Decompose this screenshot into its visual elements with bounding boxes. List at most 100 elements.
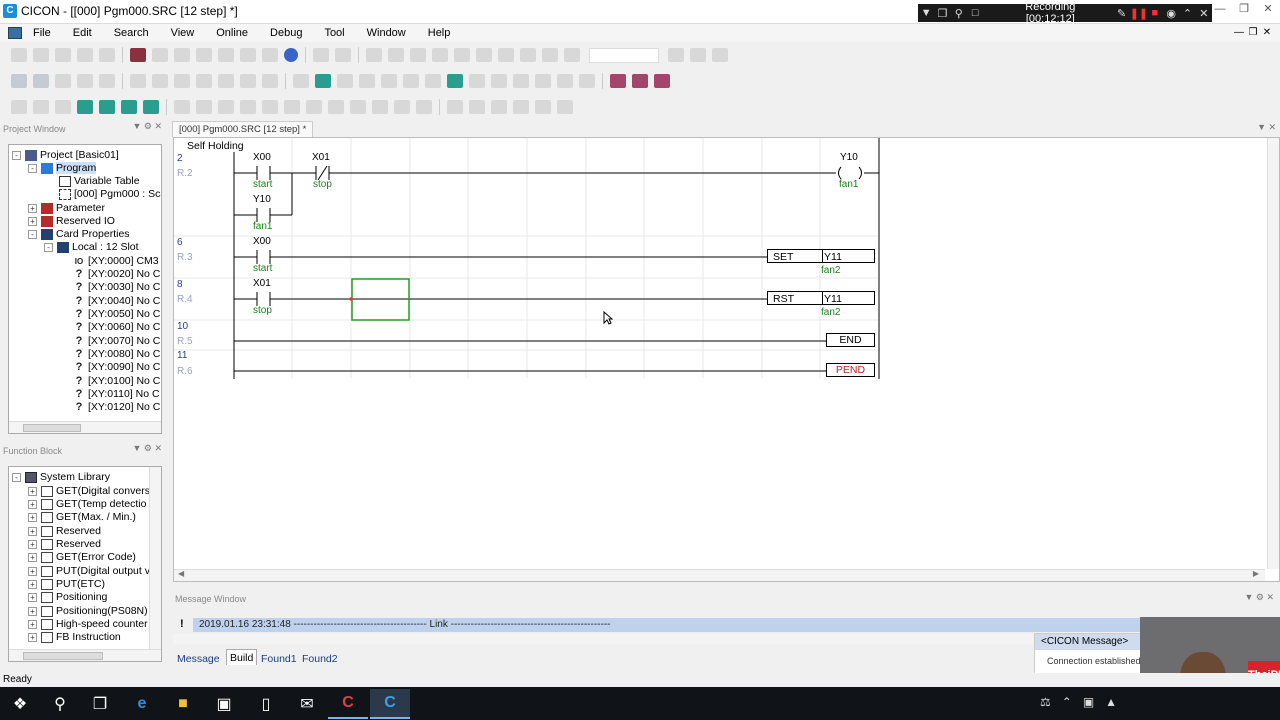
ladder-tool-19-icon[interactable] [425, 74, 441, 88]
tree-card-properties[interactable]: - Card Properties [28, 228, 130, 241]
pane-controls-icon[interactable]: ▼ ⚙ ✕ [132, 443, 162, 454]
save-icon[interactable] [55, 48, 71, 62]
expand-icon[interactable]: + [28, 499, 37, 509]
ladder-tool-16-icon[interactable] [359, 74, 375, 88]
zoom-out-icon[interactable] [690, 48, 706, 62]
ladder-tool-24-icon[interactable] [535, 74, 551, 88]
download-icon[interactable] [218, 48, 234, 62]
function-block-hscroll[interactable] [9, 649, 161, 661]
coil-device[interactable]: Y10 [840, 152, 858, 163]
collapse-icon[interactable]: ⌃ [1179, 7, 1195, 20]
ladder-tool-4-icon[interactable] [77, 74, 93, 88]
set-instruction[interactable]: SET Y11 [767, 249, 875, 263]
contact-device[interactable]: X01 [312, 152, 330, 163]
tree-card-slot[interactable]: ? [XY:0120] No C [73, 401, 161, 414]
copy-icon[interactable] [388, 48, 404, 62]
stop-plc-icon[interactable] [262, 48, 278, 62]
tree-card-slot[interactable]: IO [XY:0000] CM3 [73, 255, 159, 268]
mdi-child-icon[interactable] [8, 27, 22, 39]
menu-edit[interactable]: Edit [62, 24, 103, 42]
tab-found1[interactable]: Found1 [258, 651, 300, 667]
collapse-icon[interactable]: - [28, 163, 37, 173]
ladder-tool-2-icon[interactable] [33, 74, 49, 88]
tab-message[interactable]: Message [174, 651, 223, 667]
search-icon[interactable]: ⚲ [40, 689, 80, 719]
message-entry[interactable]: 2019.01.16 23:31:48 --------------------… [193, 618, 1280, 632]
ladder-tool-23-icon[interactable] [513, 74, 529, 88]
open-icon[interactable] [33, 48, 49, 62]
run-icon[interactable] [240, 48, 256, 62]
ladder-tool-6-icon[interactable] [130, 74, 146, 88]
windows-start-icon[interactable]: ❖ [0, 689, 40, 719]
goto-icon[interactable] [476, 48, 492, 62]
window-icon[interactable]: ❐ [934, 7, 950, 20]
menu-online[interactable]: Online [205, 24, 259, 42]
store-icon[interactable]: ▣ [204, 689, 244, 719]
restore-icon[interactable]: ❐ [1232, 0, 1256, 20]
edit-tool-21-icon[interactable] [469, 100, 485, 114]
system-tray-icons[interactable]: ⚖⌃▣▲ [1040, 695, 1128, 709]
ladder-tool-26-icon[interactable] [579, 74, 595, 88]
file-explorer-icon[interactable]: ■ [163, 689, 203, 719]
mdi-minimize-icon[interactable]: — [1232, 24, 1246, 42]
pen-icon[interactable]: ✎ [1113, 7, 1129, 20]
expand-icon[interactable]: + [28, 539, 37, 549]
region-icon[interactable]: □ [967, 7, 983, 19]
menu-search[interactable]: Search [103, 24, 160, 42]
pause-icon[interactable]: ❚❚ [1130, 7, 1148, 20]
edit-tool-19-icon[interactable] [416, 100, 432, 114]
zoom-in-icon[interactable] [668, 48, 684, 62]
fb-item[interactable]: + Reserved [28, 525, 101, 538]
edit-tool-13-icon[interactable] [284, 100, 300, 114]
compile-icon[interactable] [520, 48, 536, 62]
collapse-icon[interactable]: - [12, 472, 21, 482]
tab-build[interactable]: Build [226, 649, 258, 665]
ladder-tool-15-icon[interactable] [337, 74, 353, 88]
cut-icon[interactable] [366, 48, 382, 62]
expand-icon[interactable]: + [28, 579, 37, 589]
menu-file[interactable]: File [22, 24, 62, 42]
monitor-icon[interactable] [542, 48, 558, 62]
new-icon[interactable] [11, 48, 27, 62]
mdi-restore-icon[interactable]: ❐ [1246, 24, 1260, 42]
edit-tool-18-icon[interactable] [394, 100, 410, 114]
fb-item[interactable]: + GET(Digital conversi [28, 485, 152, 498]
fb-item[interactable]: + GET(Max. / Min.) [28, 511, 136, 524]
pend-instruction[interactable]: PEND [826, 363, 875, 377]
ladder-tool-22-icon[interactable] [491, 74, 507, 88]
edit-tool-5-icon[interactable] [99, 100, 115, 114]
tree-card-slot[interactable]: ? [XY:0070] No C [73, 335, 161, 348]
mail-icon[interactable]: ✉ [287, 689, 327, 719]
edit-tool-15-icon[interactable] [328, 100, 344, 114]
tree-card-slot[interactable]: ? [XY:0020] No C [73, 268, 161, 281]
project-tree-hscroll[interactable] [9, 421, 161, 433]
edit-tool-11-icon[interactable] [240, 100, 256, 114]
tree-card-slot[interactable]: ? [XY:0050] No C [73, 308, 161, 321]
edit-tool-3-icon[interactable] [55, 100, 71, 114]
pane-controls-icon[interactable]: ▼ ⚙ ✕ [132, 121, 162, 132]
edit-tool-17-icon[interactable] [372, 100, 388, 114]
fb-item[interactable]: + GET(Error Code) [28, 551, 136, 564]
expand-icon[interactable]: + [28, 552, 37, 562]
contact-device[interactable]: Y10 [253, 194, 271, 205]
edit-tool-22-icon[interactable] [491, 100, 507, 114]
fit-icon[interactable] [712, 48, 728, 62]
tree-local-slot[interactable]: - Local : 12 Slot [44, 241, 139, 254]
tree-card-slot[interactable]: ? [XY:0080] No C [73, 348, 161, 361]
edit-tool-6-icon[interactable] [121, 100, 137, 114]
contact-device[interactable]: X00 [253, 236, 271, 247]
tab-found2[interactable]: Found2 [299, 651, 341, 667]
tree-card-slot[interactable]: ? [XY:0090] No C [73, 361, 161, 374]
ladder-tool-12-icon[interactable] [262, 74, 278, 88]
expand-icon[interactable]: + [28, 486, 37, 496]
connect-icon[interactable] [152, 48, 168, 62]
editor-hscroll[interactable]: ◀ ▶ [174, 569, 1265, 581]
edit-tool-2-icon[interactable] [33, 100, 49, 114]
edit-tool-10-icon[interactable] [218, 100, 234, 114]
fb-item[interactable]: + GET(Temp detectio [28, 498, 146, 511]
help-icon[interactable] [284, 48, 298, 62]
menu-tool[interactable]: Tool [313, 24, 355, 42]
ladder-tool-7-icon[interactable] [152, 74, 168, 88]
fb-system-library[interactable]: - System Library [12, 471, 110, 484]
collapse-icon[interactable]: - [12, 150, 21, 160]
